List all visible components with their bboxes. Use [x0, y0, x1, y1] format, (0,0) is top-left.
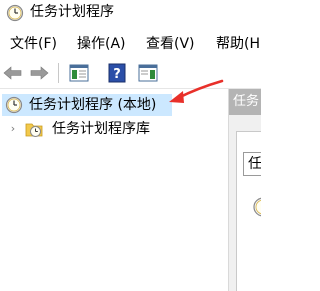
help-button[interactable]: ?: [106, 62, 128, 84]
menu-file[interactable]: 文件(F): [10, 33, 57, 55]
tree-item-task-scheduler-library[interactable]: › 任务计划程序库: [0, 118, 228, 140]
tree-item-label: 任务计划程序 (本地): [29, 97, 157, 113]
window-title: 任务计划程序: [30, 4, 114, 20]
tree-item-label: 任务计划程序库: [52, 121, 150, 137]
menu-bar: 文件(F) 操作(A) 查看(V) 帮助(H: [0, 33, 261, 55]
navigation-tree: 任务计划程序 (本地) › 任务计划程序库: [0, 89, 228, 291]
clock-icon: [5, 96, 23, 114]
back-button[interactable]: [2, 62, 24, 84]
right-pane-header: 任务: [229, 89, 261, 115]
menu-help[interactable]: 帮助(H: [216, 33, 260, 55]
annotation-arrow-icon: [169, 79, 224, 103]
show-hide-action-pane-icon: [138, 64, 158, 82]
forward-button[interactable]: [28, 62, 50, 84]
summary-panel-label: 任: [248, 156, 261, 172]
task-scheduler-window: 任务计划程序 文件(F) 操作(A) 查看(V) 帮助(H ? 任务计划程序 (…: [0, 0, 261, 291]
svg-text:?: ?: [113, 67, 121, 82]
toolbar-separator: [58, 63, 59, 83]
show-hide-tree-icon: [69, 64, 89, 82]
title-bar: 任务计划程序: [0, 0, 261, 26]
right-pane-header-text: 任务: [233, 94, 260, 109]
menu-action[interactable]: 操作(A): [77, 33, 126, 55]
clock-icon: [6, 4, 24, 22]
chevron-right-icon[interactable]: ›: [8, 123, 18, 135]
clock-icon: [253, 197, 261, 217]
show-hide-action-pane-button[interactable]: [137, 62, 159, 84]
forward-arrow-icon: [30, 66, 49, 80]
show-hide-tree-button[interactable]: [68, 62, 90, 84]
menu-view[interactable]: 查看(V): [146, 33, 195, 55]
folder-clock-icon: [25, 123, 43, 137]
help-icon: ?: [108, 63, 126, 83]
back-arrow-icon: [3, 66, 22, 80]
summary-panel-label-box: 任: [243, 152, 261, 176]
